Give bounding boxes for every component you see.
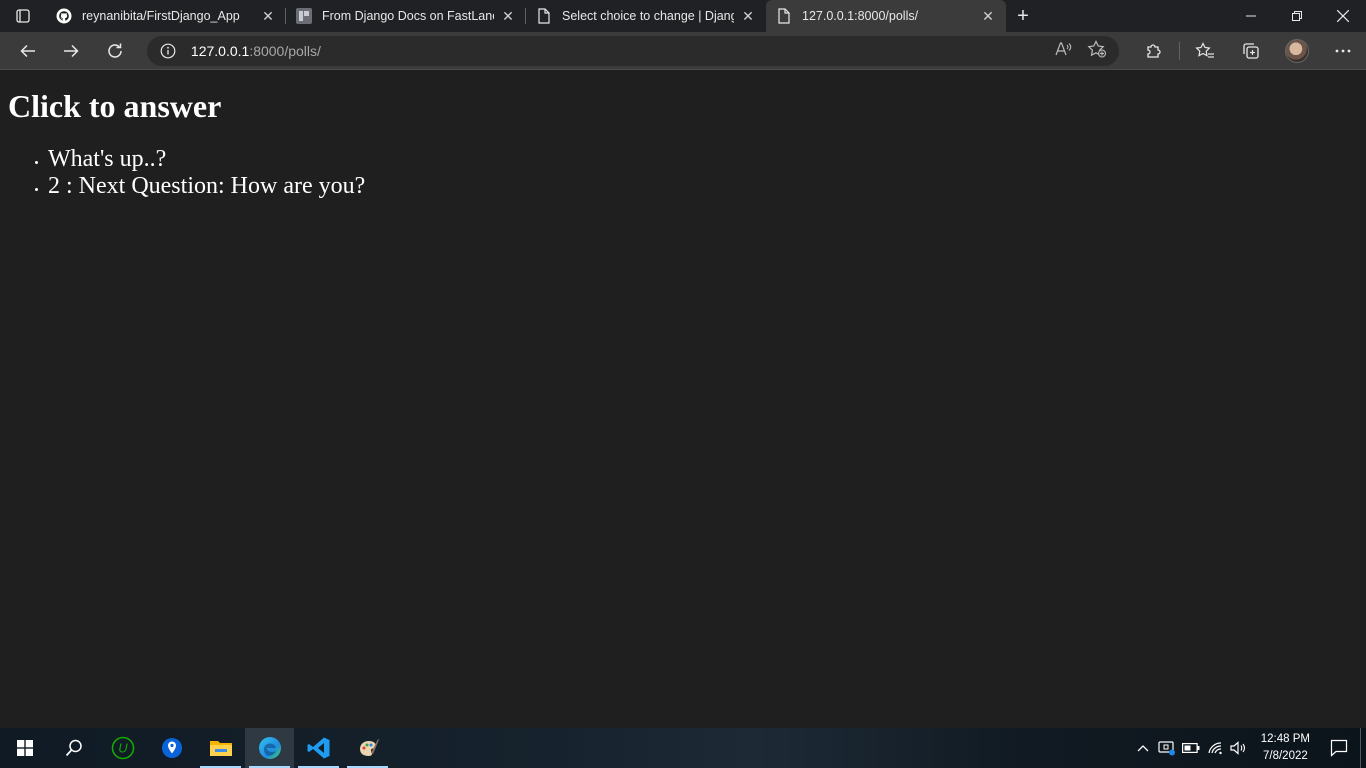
- forward-button[interactable]: [50, 32, 94, 70]
- puzzle-icon: [1147, 43, 1161, 58]
- site-info-icon[interactable]: [159, 42, 177, 60]
- battery-icon: [1181, 743, 1200, 753]
- maps-icon: [161, 738, 182, 758]
- close-tab-icon[interactable]: ✕: [500, 8, 516, 24]
- svg-text:U: U: [118, 741, 128, 756]
- paint-icon: [359, 739, 379, 756]
- url-path: :8000/polls/: [249, 42, 321, 59]
- question-link[interactable]: 2 : Next Question: How are you?: [48, 173, 365, 199]
- search-button[interactable]: [49, 728, 98, 768]
- show-desktop-button[interactable]: [1360, 728, 1366, 768]
- refresh-icon: [108, 43, 122, 58]
- battery-button[interactable]: [1179, 728, 1203, 768]
- show-hidden-icons-button[interactable]: [1131, 728, 1155, 768]
- list-item: What's up..?: [48, 146, 1358, 173]
- taskbar-app-edge[interactable]: [245, 728, 294, 768]
- arrow-right-icon: [64, 44, 80, 57]
- windows-taskbar: U 12:48 PM 7/8/2022: [0, 728, 1366, 768]
- tab-strip: reynanibita/FirstDjango_App ✕ From Djang…: [0, 0, 1366, 32]
- minimize-icon: [1246, 15, 1256, 17]
- tab-fastlane[interactable]: From Django Docs on FastLane T ✕: [286, 0, 526, 32]
- site-favicon-icon: [296, 8, 312, 24]
- close-tab-icon[interactable]: ✕: [740, 8, 756, 24]
- taskbar-app-vscode[interactable]: [294, 728, 343, 768]
- tab-title: 127.0.0.1:8000/polls/: [802, 9, 919, 23]
- page-content: Click to answer What's up..? 2 : Next Qu…: [0, 71, 1366, 728]
- chevron-up-icon: [1137, 745, 1149, 752]
- clock-time: 12:48 PM: [1260, 733, 1310, 745]
- collections-icon: [1243, 42, 1259, 59]
- arrow-left-icon: [20, 44, 35, 57]
- minimize-button[interactable]: [1228, 0, 1274, 32]
- network-button[interactable]: [1203, 728, 1227, 768]
- tab-polls-active[interactable]: 127.0.0.1:8000/polls/ ✕: [766, 0, 1006, 32]
- tab-github[interactable]: reynanibita/FirstDjango_App ✕: [46, 0, 286, 32]
- restore-icon: [1292, 11, 1302, 21]
- page-title: Click to answer: [8, 88, 222, 124]
- vscode-icon: [307, 737, 329, 759]
- upwork-icon: U: [111, 736, 134, 760]
- url-host: 127.0.0.1: [190, 42, 250, 59]
- clock-date: 7/8/2022: [1263, 750, 1308, 762]
- list-item: 2 : Next Question: How are you?: [48, 173, 1358, 200]
- browser-toolbar: 127.0.0.1:8000/polls/: [0, 32, 1366, 70]
- taskbar-app-upwork[interactable]: U: [98, 728, 147, 768]
- close-tab-icon[interactable]: ✕: [980, 8, 996, 24]
- add-favorite-icon[interactable]: [1087, 40, 1107, 61]
- avatar: [1285, 38, 1310, 63]
- favorites-button[interactable]: [1182, 32, 1228, 70]
- tab-django-admin[interactable]: Select choice to change | Django ✕: [526, 0, 766, 32]
- tab-actions-button[interactable]: [0, 0, 46, 32]
- taskbar-app-paint[interactable]: [343, 728, 392, 768]
- edge-icon: [258, 737, 281, 759]
- network-drive-icon: [1158, 741, 1175, 756]
- page-icon: [536, 8, 552, 24]
- address-bar[interactable]: 127.0.0.1:8000/polls/: [146, 35, 1120, 66]
- new-tab-button[interactable]: +: [1006, 0, 1040, 32]
- close-icon: [1337, 10, 1349, 22]
- page-icon: [776, 8, 792, 24]
- refresh-button[interactable]: [93, 32, 137, 70]
- more-horizontal-icon: [1335, 49, 1351, 52]
- toolbar-divider: [1179, 41, 1181, 60]
- system-tray: 12:48 PM 7/8/2022: [1131, 728, 1366, 768]
- taskbar-clock[interactable]: 12:48 PM 7/8/2022: [1251, 731, 1318, 765]
- close-tab-icon[interactable]: ✕: [260, 8, 276, 24]
- start-button[interactable]: [0, 728, 49, 768]
- tab-title: reynanibita/FirstDjango_App: [82, 9, 240, 23]
- question-link[interactable]: What's up..?: [48, 146, 166, 172]
- speaker-icon: [1230, 741, 1245, 755]
- question-list: What's up..? 2 : Next Question: How are …: [8, 146, 1358, 200]
- search-icon: [65, 739, 82, 757]
- action-center-button[interactable]: [1318, 728, 1360, 768]
- restore-button[interactable]: [1274, 0, 1320, 32]
- tab-title: Select choice to change | Django: [562, 9, 734, 23]
- toolbar-icons: [1131, 32, 1366, 70]
- window-controls: [1228, 0, 1366, 32]
- read-aloud-icon[interactable]: [1055, 41, 1073, 60]
- windows-start-icon: [16, 740, 33, 756]
- tab-actions-icon: [16, 9, 30, 23]
- extensions-button[interactable]: [1131, 32, 1177, 70]
- notification-icon: [1330, 739, 1348, 757]
- plus-icon: +: [1017, 4, 1029, 27]
- settings-more-button[interactable]: [1320, 32, 1366, 70]
- favorites-list-icon: [1195, 41, 1215, 58]
- close-window-button[interactable]: [1320, 0, 1366, 32]
- volume-button[interactable]: [1227, 728, 1251, 768]
- profile-button[interactable]: [1274, 32, 1320, 70]
- file-explorer-icon: [209, 741, 232, 756]
- taskbar-app-file-explorer[interactable]: [196, 728, 245, 768]
- meet-now-button[interactable]: [1155, 728, 1179, 768]
- collections-button[interactable]: [1228, 32, 1274, 70]
- tab-title: From Django Docs on FastLane T: [322, 9, 494, 23]
- github-icon: [56, 8, 72, 24]
- back-button[interactable]: [6, 32, 50, 70]
- wifi-icon: [1208, 742, 1222, 755]
- taskbar-app-maps[interactable]: [147, 728, 196, 768]
